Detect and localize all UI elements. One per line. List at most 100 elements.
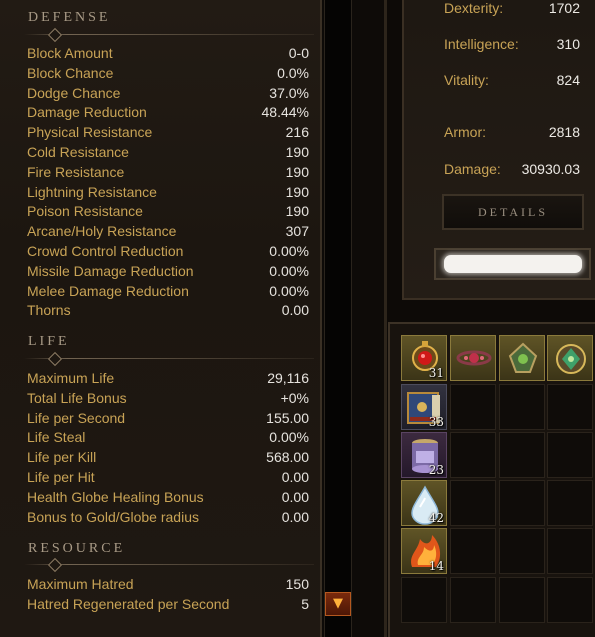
inventory-slot[interactable]	[499, 335, 545, 381]
stat-row: Crowd Control Reduction 0.00%	[27, 243, 309, 263]
stat-row: Physical Resistance 216	[27, 124, 309, 144]
inventory-slot[interactable]	[499, 432, 545, 478]
resource-divider	[24, 557, 314, 573]
inventory-slot[interactable]	[450, 480, 496, 526]
stat-row: Lightning Resistance 190	[27, 184, 309, 204]
attribute-row: Armor: 2818	[444, 124, 580, 144]
inventory-slot[interactable]	[547, 577, 593, 623]
stats-scrollbar[interactable]	[324, 0, 352, 637]
defense-heading: DEFENSE	[28, 10, 111, 25]
inventory-slot[interactable]	[547, 528, 593, 574]
stat-row: Maximum Life 29,116	[27, 370, 309, 390]
stat-value: 0.00	[281, 508, 309, 525]
stat-value: 216	[285, 124, 309, 141]
attribute-row: Intelligence: 310	[444, 36, 580, 56]
stat-row: Block Chance 0.0%	[27, 65, 309, 85]
scroll-down-button[interactable]: ▼	[325, 592, 351, 616]
stat-row: Thorns 0.00	[27, 302, 309, 322]
inventory-slot[interactable]	[547, 335, 593, 381]
inventory-slot[interactable]: 23	[401, 432, 447, 478]
stat-value: 190	[285, 144, 309, 160]
stat-row: Life per Hit 0.00	[27, 469, 309, 489]
stack-count: 42	[428, 511, 444, 525]
blurred-content	[444, 255, 582, 273]
stat-label: Cold Resistance	[27, 144, 129, 160]
life-heading: LIFE	[28, 334, 70, 349]
inventory-slot[interactable]	[547, 384, 593, 430]
stat-value: 0.00	[281, 302, 309, 319]
separator-line	[384, 0, 387, 637]
stack-count: 14	[428, 559, 444, 573]
attribute-value: 824	[556, 72, 580, 88]
stack-count: 31	[428, 366, 444, 380]
inventory-slot[interactable]	[499, 480, 545, 526]
stat-label: Lightning Resistance	[27, 183, 157, 200]
resource-heading: RESOURCE	[28, 541, 126, 556]
stat-label: Health Globe Healing Bonus	[27, 488, 204, 505]
attribute-label: Damage:	[444, 161, 501, 177]
stat-label: Crowd Control Reduction	[27, 243, 184, 259]
stat-row: Life per Kill 568.00	[27, 449, 309, 469]
attribute-row: Vitality: 824	[444, 72, 580, 92]
stat-label: Dodge Chance	[27, 84, 121, 101]
stat-row: Poison Resistance 190	[27, 203, 309, 223]
inventory-slot[interactable]	[450, 384, 496, 430]
details-button[interactable]: DETAILS	[442, 194, 584, 230]
stat-row: Hatred Regenerated per Second 5	[27, 596, 309, 616]
stat-label: Fire Resistance	[27, 163, 125, 180]
stat-label: Block Chance	[27, 64, 114, 81]
stat-value: 48.44%	[261, 104, 309, 121]
inventory-slot[interactable]	[547, 432, 593, 478]
stat-label: Damage Reduction	[27, 104, 147, 121]
stat-value: 5	[301, 596, 309, 612]
inventory-slot[interactable]	[499, 577, 545, 623]
stat-label: Life Steal	[27, 429, 86, 446]
inventory-slot[interactable]: 42	[401, 480, 447, 526]
inventory-slot[interactable]	[547, 480, 593, 526]
stat-row: Arcane/Holy Resistance 307	[27, 223, 309, 243]
inventory-slot[interactable]: 31	[401, 335, 447, 381]
inventory-slot[interactable]	[499, 384, 545, 430]
stack-count: 23	[428, 463, 444, 477]
stat-value: 29,116	[267, 370, 309, 386]
stat-value: 0.00%	[269, 243, 309, 259]
stat-value: 0.00	[281, 469, 309, 485]
attribute-row: Damage: 30930.03	[444, 161, 580, 181]
attribute-value: 30930.03	[521, 161, 580, 177]
stat-value: 190	[285, 183, 309, 200]
stat-value: 0.00%	[269, 429, 309, 446]
stat-row: Block Amount 0-0	[27, 45, 309, 65]
stat-label: Hatred Regenerated per Second	[27, 596, 230, 612]
inventory-slot[interactable]: 33	[401, 384, 447, 430]
stat-value: 0-0	[288, 45, 309, 61]
stat-label: Missile Damage Reduction	[27, 262, 194, 279]
stat-value: 190	[285, 203, 309, 220]
chevron-down-icon: ▼	[333, 596, 343, 611]
inventory-slot[interactable]	[499, 528, 545, 574]
stat-label: Total Life Bonus	[27, 389, 127, 406]
stat-label: Melee Damage Reduction	[27, 282, 189, 299]
stat-value: 568.00	[266, 449, 309, 466]
stat-row: Health Globe Healing Bonus 0.00	[27, 489, 309, 509]
inventory-slot[interactable]: 14	[401, 528, 447, 574]
stat-label: Arcane/Holy Resistance	[27, 223, 177, 240]
stat-row: Fire Resistance 190	[27, 164, 309, 184]
attribute-row: Dexterity: 1702	[444, 0, 580, 20]
stat-row: Life per Second 155.00	[27, 410, 309, 430]
inventory-slot[interactable]	[401, 577, 447, 623]
stat-label: Block Amount	[27, 45, 113, 61]
inventory-slot[interactable]	[450, 335, 496, 381]
stat-value: 307	[285, 223, 309, 240]
inventory-slot[interactable]	[450, 432, 496, 478]
defense-divider	[24, 27, 314, 43]
attribute-label: Dexterity:	[444, 0, 504, 16]
inventory-slot[interactable]	[450, 528, 496, 574]
stat-value: 155.00	[266, 409, 309, 426]
inventory-slot[interactable]	[450, 577, 496, 623]
stat-row: Missile Damage Reduction 0.00%	[27, 263, 309, 283]
attribute-value: 310	[556, 36, 580, 52]
stat-row: Maximum Hatred 150	[27, 576, 309, 596]
stat-value: 190	[285, 163, 309, 180]
life-divider	[24, 351, 314, 367]
stat-label: Thorns	[27, 302, 71, 319]
